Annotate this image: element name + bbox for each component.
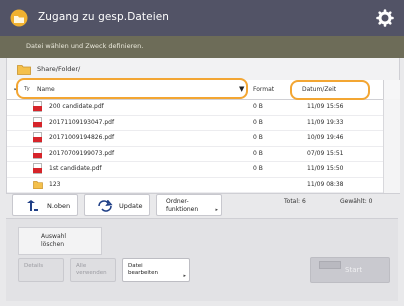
folder-functions-button[interactable]: Ordner- funktionen ▸	[156, 194, 222, 216]
clear-selection-button[interactable]: Auswahl löschen	[18, 227, 102, 255]
folder-icon	[17, 65, 31, 75]
pdf-file-icon	[33, 132, 42, 143]
file-name: 123	[49, 180, 61, 188]
edit-file-label: Datei bearbeiten	[128, 263, 158, 276]
file-name: 20171109193047.pdf	[49, 118, 115, 126]
corner-arrow-icon: ▸	[215, 207, 218, 213]
list-scrollbar[interactable]	[383, 99, 400, 193]
pdf-file-icon	[33, 116, 42, 128]
current-path: Share/Folder/	[37, 65, 81, 73]
update-button-label: Update	[119, 202, 143, 210]
format-column-header[interactable]: Format	[253, 86, 274, 93]
pdf-file-icon	[33, 101, 42, 112]
total-count: Total: 6	[284, 198, 306, 205]
file-name: 20170709199073.pdf	[49, 149, 115, 157]
selection-area: Auswahl löschen Details Alle verwenden D…	[6, 218, 398, 301]
file-date: 07/09 15:51	[307, 149, 344, 157]
header-scroll-cap	[383, 80, 400, 99]
pdf-file-icon	[33, 163, 42, 174]
file-size: 0 B	[253, 103, 263, 110]
name-column-highlight	[16, 78, 248, 99]
file-date: 10/09 19:46	[307, 134, 344, 141]
app-title: Zugang zu gesp.Dateien	[38, 11, 170, 23]
list-item[interactable]: 200 candidate.pdf 0 B 11/09 15:56	[7, 99, 383, 116]
start-preview-icon	[319, 261, 341, 269]
gear-icon[interactable]	[376, 9, 394, 27]
list-item[interactable]: 20171109193047.pdf 0 B 11/09 19:33	[7, 115, 383, 131]
instruction-bar: Datei wählen und Zweck definieren.	[0, 36, 404, 58]
details-label: Details	[24, 263, 44, 269]
title-bar: Zugang zu gesp.Dateien	[0, 0, 404, 36]
edit-file-button[interactable]: Datei bearbeiten ▸	[122, 258, 190, 282]
up-button-label: N.oben	[47, 202, 71, 210]
start-label: Start	[345, 266, 363, 274]
folder-functions-label: Ordner- funktionen	[166, 198, 199, 213]
list-item[interactable]: 123 11/09 08:38	[7, 177, 383, 193]
clear-selection-label: Auswahl löschen	[41, 233, 67, 248]
folder-icon	[33, 180, 43, 189]
screen: Zugang zu gesp.Dateien Datei wählen und …	[0, 0, 404, 306]
file-date: 11/09 15:50	[307, 165, 344, 172]
folder-access-icon	[10, 9, 28, 27]
file-name: 200 candidate.pdf	[49, 103, 104, 110]
date-column-highlight	[290, 80, 370, 100]
use-all-label: Alle verwenden	[76, 263, 107, 276]
file-name: 20171009194826.pdf	[49, 134, 115, 141]
pdf-file-icon	[33, 147, 42, 159]
up-arrow-icon	[27, 200, 38, 211]
instruction-text: Datei wählen und Zweck definieren.	[26, 42, 144, 50]
toolbar: N.oben Update Ordner- funktionen ▸ Total…	[6, 194, 398, 218]
list-item[interactable]: 20171009194826.pdf 0 B 10/09 19:46	[7, 130, 383, 147]
selected-count: Gewählt: 0	[340, 198, 373, 205]
file-date: 11/09 15:56	[307, 103, 344, 110]
start-button[interactable]: Start	[310, 257, 390, 283]
file-size: 0 B	[253, 149, 263, 157]
corner-arrow-icon: ▸	[183, 273, 186, 279]
file-size: 0 B	[253, 134, 263, 141]
refresh-icon	[98, 200, 113, 212]
file-date: 11/09 19:33	[307, 118, 344, 126]
file-size: 0 B	[253, 118, 263, 126]
list-item[interactable]: 20170709199073.pdf 0 B 07/09 15:51	[7, 146, 383, 162]
file-rows: 200 candidate.pdf 0 B 11/09 15:56 201711…	[7, 99, 383, 193]
list-item[interactable]: 1st candidate.pdf 0 B 11/09 15:50	[7, 161, 383, 178]
details-button[interactable]: Details	[18, 258, 64, 282]
file-size: 0 B	[253, 165, 263, 172]
use-all-button[interactable]: Alle verwenden	[70, 258, 116, 282]
file-name: 1st candidate.pdf	[49, 165, 102, 172]
update-button[interactable]: Update	[84, 194, 150, 216]
up-button[interactable]: N.oben	[12, 194, 78, 216]
file-date: 11/09 08:38	[307, 180, 344, 188]
